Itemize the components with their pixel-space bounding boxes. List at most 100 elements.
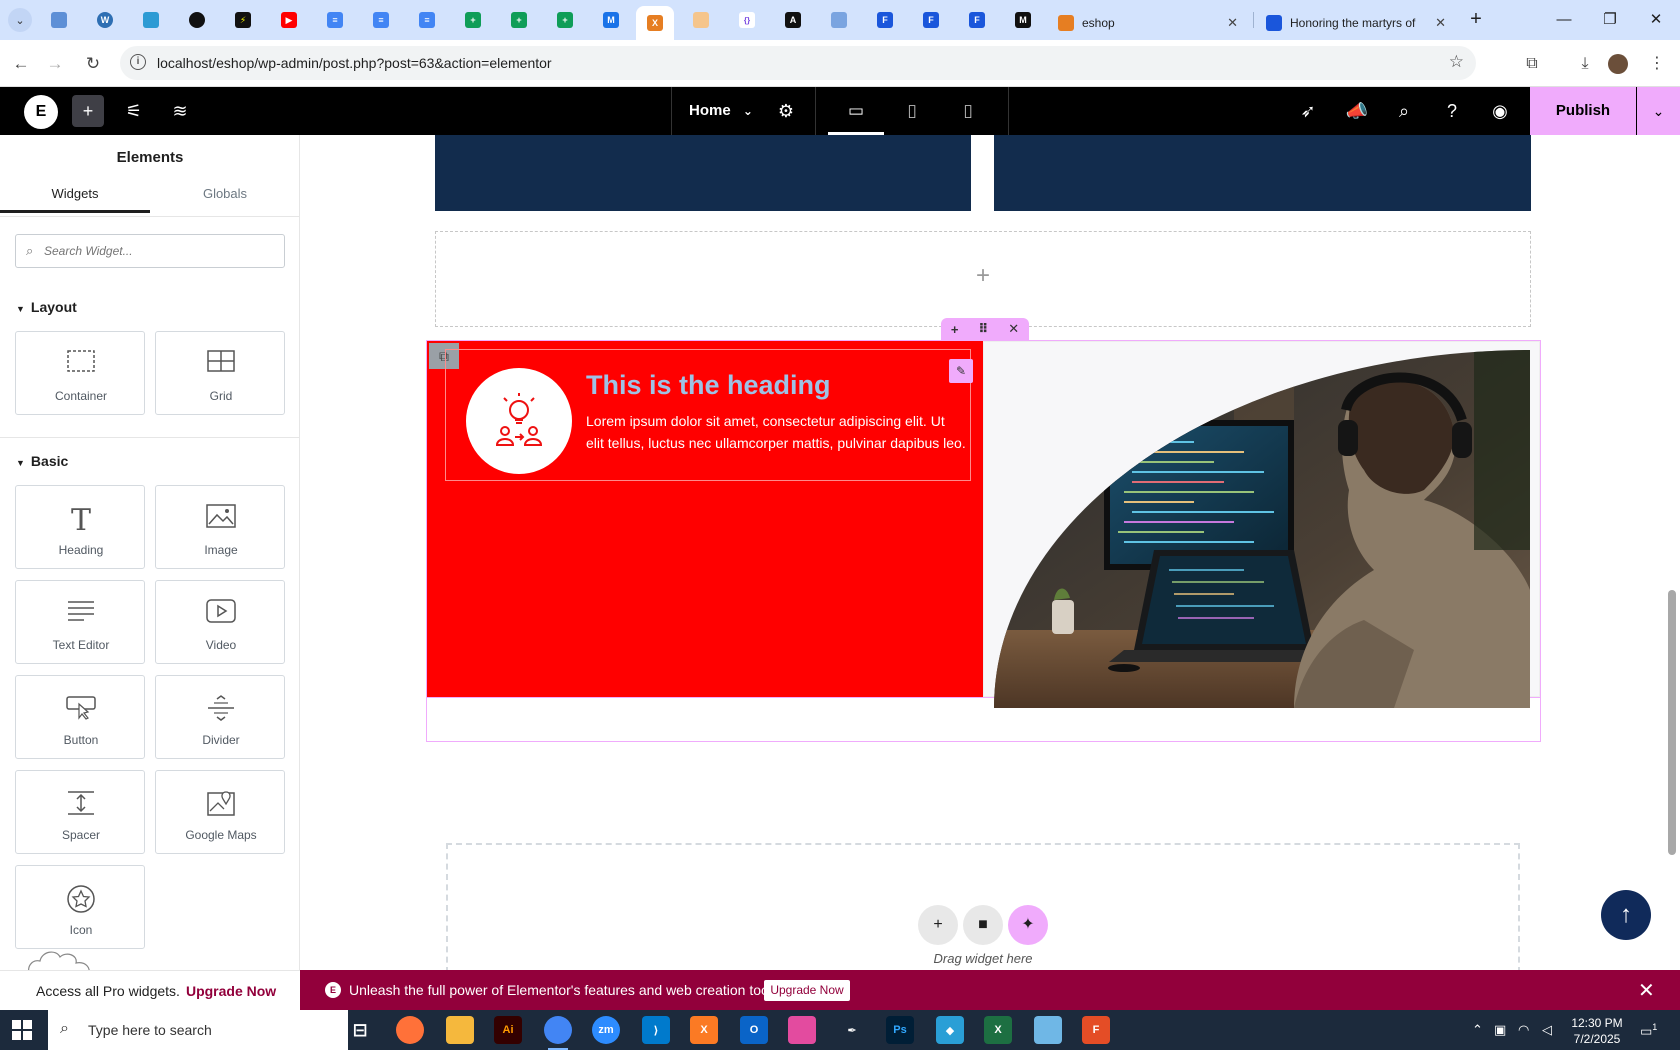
help-icon[interactable]: ?: [1436, 95, 1468, 127]
preview-eye-icon[interactable]: ◉: [1484, 95, 1516, 127]
add-template-button[interactable]: ■: [963, 905, 1003, 945]
firefox-icon[interactable]: [396, 1016, 424, 1044]
creative-cloud-icon[interactable]: [788, 1016, 816, 1044]
widget-container[interactable]: Container: [15, 331, 145, 415]
minimize-icon[interactable]: —: [1541, 6, 1587, 34]
desktop-view-icon[interactable]: ▭: [828, 87, 884, 135]
tab-widgets[interactable]: Widgets: [0, 175, 150, 213]
back-icon[interactable]: ←: [8, 51, 34, 77]
windows-start-icon[interactable]: [12, 1020, 32, 1040]
add-section-button[interactable]: +: [918, 905, 958, 945]
selected-container[interactable]: ⧉ This is the heading Lorem ipsum dolor …: [426, 340, 1541, 708]
new-tab-button[interactable]: +: [1464, 8, 1488, 32]
drop-zone[interactable]: + ■ ✦ Drag widget here: [446, 843, 1520, 970]
notepad-icon[interactable]: [1034, 1016, 1062, 1044]
tab-8[interactable]: ≡: [362, 8, 400, 32]
close-icon[interactable]: ✕: [1638, 978, 1655, 1003]
canvas-scrollbar[interactable]: [1668, 590, 1676, 855]
ai-generate-button[interactable]: ✦: [1008, 905, 1048, 945]
forward-icon[interactable]: →: [42, 51, 68, 77]
zoom-icon[interactable]: zm: [592, 1016, 620, 1044]
tab-16[interactable]: {}: [728, 8, 766, 32]
image-column[interactable]: [983, 341, 1540, 708]
tab-19[interactable]: F: [866, 8, 904, 32]
vscode-icon[interactable]: ⟩: [642, 1016, 670, 1044]
promo-upgrade-button[interactable]: Upgrade Now: [764, 980, 850, 1001]
tab-10[interactable]: +: [454, 8, 492, 32]
tab-globals[interactable]: Globals: [150, 175, 299, 213]
filezilla-icon[interactable]: F: [1082, 1016, 1110, 1044]
tab-14[interactable]: X: [636, 6, 674, 40]
publish-options-button[interactable]: ⌄: [1637, 87, 1680, 135]
tab-13[interactable]: M: [592, 8, 630, 32]
navy-column-left[interactable]: [435, 135, 971, 211]
drag-handle-icon[interactable]: ⠿: [978, 321, 988, 337]
widget-grid[interactable]: Grid: [155, 331, 285, 415]
tab-search-button[interactable]: ⌄: [8, 8, 32, 32]
widget-text-editor[interactable]: Text Editor: [15, 580, 145, 664]
edit-pencil-icon[interactable]: ✎: [949, 359, 973, 383]
category-basic[interactable]: ▼ Basic: [16, 453, 68, 469]
info-icon[interactable]: i: [130, 54, 146, 70]
photoshop-icon[interactable]: Ps: [886, 1016, 914, 1044]
tab-eshop[interactable]: eshop ✕: [1048, 6, 1248, 40]
developer-photo[interactable]: [994, 350, 1530, 708]
red-column[interactable]: ⧉ This is the heading Lorem ipsum dolor …: [427, 341, 983, 697]
download-icon[interactable]: ⤓: [1572, 51, 1598, 77]
tab-4[interactable]: [178, 8, 216, 32]
widget-button[interactable]: Button: [15, 675, 145, 759]
tab-21[interactable]: F: [958, 8, 996, 32]
widget-video[interactable]: Video: [155, 580, 285, 664]
close-tab-icon[interactable]: ✕: [1435, 15, 1446, 31]
tray-network-icon[interactable]: ▣: [1494, 1022, 1506, 1038]
app-icon[interactable]: ◆: [936, 1016, 964, 1044]
restore-icon[interactable]: ❐: [1587, 6, 1633, 34]
illustrator-icon[interactable]: Ai: [494, 1016, 522, 1044]
tab-7[interactable]: ≡: [316, 8, 354, 32]
kebab-menu-icon[interactable]: ⋮: [1644, 51, 1670, 77]
page-settings-gear-icon[interactable]: ⚙: [770, 95, 802, 127]
omnibox[interactable]: i localhost/eshop/wp-admin/post.php?post…: [120, 46, 1476, 80]
icon-box-heading[interactable]: This is the heading: [586, 370, 831, 401]
add-icon[interactable]: +: [951, 322, 959, 337]
tray-wifi-icon[interactable]: ◠: [1518, 1022, 1529, 1038]
widget-icon[interactable]: Icon: [15, 865, 145, 949]
tab-17[interactable]: A: [774, 8, 812, 32]
tab-15[interactable]: [682, 8, 720, 32]
navy-column-right[interactable]: [994, 135, 1531, 211]
notifications-icon[interactable]: ▭1: [1640, 1022, 1657, 1039]
tab-22[interactable]: M: [1004, 8, 1042, 32]
chrome-icon[interactable]: [544, 1016, 572, 1050]
publish-button[interactable]: Publish: [1530, 87, 1636, 135]
profile-avatar[interactable]: [1608, 54, 1628, 74]
structure-layers-icon[interactable]: ≋: [164, 95, 196, 127]
icon-box-widget[interactable]: This is the heading Lorem ipsum dolor si…: [445, 349, 971, 481]
tab-3[interactable]: [132, 8, 170, 32]
xampp-icon[interactable]: X: [690, 1016, 718, 1044]
mobile-view-icon[interactable]: ▯: [940, 87, 996, 135]
add-element-icon[interactable]: +: [72, 95, 104, 127]
reload-icon[interactable]: ↻: [80, 51, 106, 77]
excel-icon[interactable]: X: [984, 1016, 1012, 1044]
taskbar-clock[interactable]: 12:30 PM 7/2/2025: [1562, 1015, 1632, 1047]
rocket-icon[interactable]: ➶: [1292, 95, 1324, 127]
widget-google-maps[interactable]: Google Maps: [155, 770, 285, 854]
tray-volume-icon[interactable]: ◁: [1542, 1022, 1552, 1038]
bookmark-star-icon[interactable]: ☆: [1449, 52, 1464, 72]
pen-tool-icon[interactable]: ✒: [838, 1016, 866, 1044]
widget-heading[interactable]: T Heading: [15, 485, 145, 569]
tab-12[interactable]: +: [546, 8, 584, 32]
icon-box-description[interactable]: Lorem ipsum dolor sit amet, consectetur …: [586, 410, 966, 454]
tab-18[interactable]: [820, 8, 858, 32]
page-selector[interactable]: Home ⌄: [689, 102, 753, 119]
close-window-icon[interactable]: ✕: [1633, 6, 1679, 34]
add-icon[interactable]: +: [436, 262, 1530, 290]
widget-search-input[interactable]: [44, 241, 274, 261]
category-layout[interactable]: ▼ Layout: [16, 299, 77, 315]
search-icon[interactable]: ⌕: [1388, 95, 1420, 127]
widget-spacer[interactable]: Spacer: [15, 770, 145, 854]
site-settings-sliders-icon[interactable]: ⚟: [118, 95, 150, 127]
tab-2[interactable]: W: [86, 8, 124, 32]
back-to-top-button[interactable]: ↑: [1601, 890, 1651, 940]
notifications-megaphone-icon[interactable]: 📣: [1341, 95, 1373, 127]
